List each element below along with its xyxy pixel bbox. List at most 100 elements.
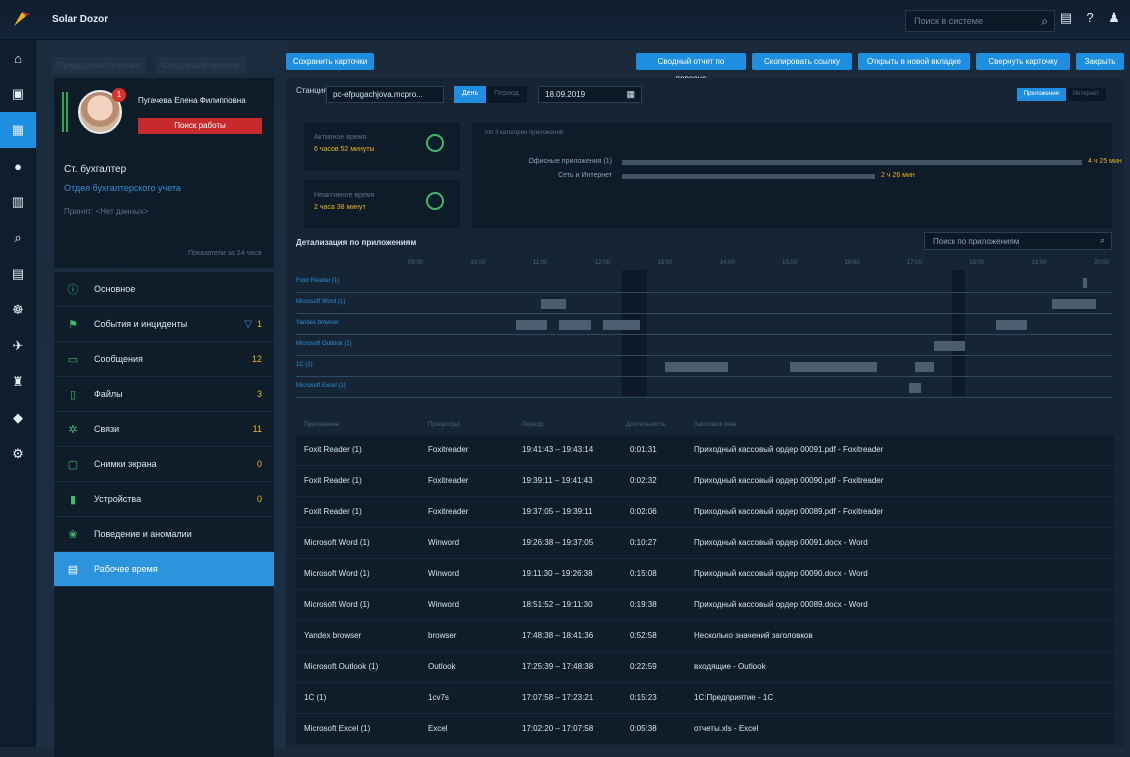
table-row[interactable]: Microsoft Word (1) Winword 19:11:30 – 19:2…	[296, 558, 1114, 589]
timeline-row-label[interactable]: Microsoft Word (1)	[296, 299, 345, 305]
menu-item-links[interactable]: ✲ Связи 11	[54, 412, 274, 447]
table-cell: 0:15:08	[630, 569, 657, 578]
job-search-tag[interactable]: Поиск работы	[138, 118, 262, 134]
menu-item-events[interactable]: ⚑ События и инциденты ▽ 1	[54, 307, 274, 342]
timeline-hour-label: 16:00	[844, 260, 860, 266]
table-cell: 0:01:31	[630, 445, 657, 454]
power-icon	[426, 192, 444, 210]
spy-icon[interactable]: ☸	[0, 292, 36, 328]
search-icon[interactable]: ⌕	[1041, 14, 1048, 29]
table-row[interactable]: Foxit Reader (1) Foxitreader 19:41:43 – 19…	[296, 434, 1114, 465]
table-cell: Приходный кассовый ордер 00089.docx - Wo…	[694, 600, 868, 609]
timeline-segment[interactable]	[603, 320, 641, 330]
menu-item-work-time[interactable]: ▤ Рабочее время	[54, 552, 274, 587]
timeline-segment[interactable]	[914, 362, 934, 372]
station-label: Станция	[296, 86, 328, 95]
search-rail-icon[interactable]: ⌕	[0, 220, 36, 256]
next-person-button[interactable]: Следующий персоне	[155, 57, 246, 74]
timeline-segment[interactable]	[908, 383, 922, 393]
logo-icon[interactable]	[10, 8, 32, 30]
timeline-row-label[interactable]: 1C (1)	[296, 362, 313, 368]
table-cell: 19:41:43 – 19:43:14	[522, 445, 594, 454]
table-row[interactable]: Microsoft Word (1) Winword 19:26:38 – 19:3…	[296, 527, 1114, 558]
clock-icon	[426, 134, 444, 152]
menu-item-behavior[interactable]: ❀ Поведение и аномалии	[54, 517, 274, 552]
app-search-input[interactable]: Поиск по приложениям ⌕	[924, 232, 1112, 250]
station-select[interactable]: pc-efpugachjova.mcpro...	[326, 86, 444, 103]
table-cell: 17:25:39 – 17:48:38	[522, 662, 594, 671]
table-row[interactable]: Yandex browser browser 17:48:38 – 18:41:36…	[296, 620, 1114, 651]
copy-link-button[interactable]: Скопировать ссылку	[752, 53, 852, 70]
table-cell: Microsoft Outlook (1)	[304, 662, 379, 671]
filter-icon[interactable]: ▽	[244, 319, 252, 330]
plane-icon[interactable]: ✈	[0, 328, 36, 364]
search-icon[interactable]: ⌕	[1100, 235, 1105, 246]
table-row[interactable]: Foxit Reader (1) Foxitreader 19:37:05 – 19…	[296, 496, 1114, 527]
table-row[interactable]: Microsoft Excel (1) Excel 17:02:20 – 17:07…	[296, 713, 1114, 744]
person-department[interactable]: Отдел бухгалтерского учета	[64, 183, 181, 193]
col-period-header[interactable]: Период	[522, 422, 543, 428]
timeline-segment[interactable]	[1052, 299, 1096, 309]
menu-item-files[interactable]: ▯ Файлы 3	[54, 377, 274, 412]
date-input[interactable]: 18.09.2019 ▦	[538, 86, 642, 103]
timeline-segment[interactable]	[933, 341, 965, 351]
open-new-tab-button[interactable]: Открыть в новой вкладке	[858, 53, 970, 70]
collapse-card-button[interactable]: Свернуть карточку	[976, 53, 1070, 70]
close-button[interactable]: Закрыть	[1076, 53, 1124, 70]
timeline-segment[interactable]	[1083, 278, 1088, 288]
timeline-segment[interactable]	[515, 320, 547, 330]
building-icon[interactable]: ▣	[0, 76, 36, 112]
table-cell: Foxit Reader (1)	[304, 445, 362, 454]
save-cards-button[interactable]: Сохранить карточки	[286, 53, 374, 70]
col-process-header[interactable]: Процесс(ы)	[428, 422, 460, 428]
mode-period-button[interactable]: Период	[486, 86, 527, 103]
timeline-segment[interactable]	[559, 320, 591, 330]
reports-icon[interactable]: ▤	[0, 256, 36, 292]
shield-icon[interactable]: ◆	[0, 400, 36, 436]
timeline-row: Microsoft Excel (1)	[296, 377, 1112, 398]
timeline-row-label[interactable]: Foxit Reader (1)	[296, 278, 339, 284]
timeline-row-label[interactable]: Microsoft Excel (1)	[296, 383, 346, 389]
previous-person-button[interactable]: Предыдущий персоне	[52, 57, 146, 74]
table-cell: 0:10:27	[630, 538, 657, 547]
menu-item-main[interactable]: ⓘ Основное	[54, 272, 274, 307]
view-internet-button[interactable]: Интернет	[1065, 88, 1106, 101]
table-row[interactable]: Microsoft Word (1) Winword 18:51:52 – 19:1…	[296, 589, 1114, 620]
person-menu: ⓘ Основное ⚑ События и инциденты ▽ 1 ▭ С…	[54, 260, 274, 757]
timeline-segment[interactable]	[540, 299, 566, 309]
col-app-header[interactable]: Приложение	[304, 422, 339, 428]
category-label: Офисные приложения (1)	[528, 158, 612, 165]
home-icon[interactable]: ⌂	[0, 40, 36, 76]
table-cell: 17:48:38 – 18:41:36	[522, 631, 594, 640]
user-menu-icon[interactable]: ♟	[1106, 10, 1122, 26]
table-row[interactable]: Foxit Reader (1) Foxitreader 19:39:11 – 19…	[296, 465, 1114, 496]
col-title-header[interactable]: Заголовок окна	[694, 422, 737, 428]
summary-report-button[interactable]: Сводный отчет по персоне	[636, 53, 746, 83]
timeline-segment[interactable]	[995, 320, 1028, 330]
mode-day-button[interactable]: День	[454, 86, 487, 103]
persons-icon[interactable]: ▦	[0, 112, 36, 148]
menu-item-screenshots[interactable]: ▢ Снимки экрана 0	[54, 447, 274, 482]
timeline-row-label[interactable]: Yandex browser	[296, 320, 339, 326]
calendar-icon[interactable]: ▦	[626, 89, 635, 100]
global-search-input[interactable]: Поиск в системе ⌕	[905, 10, 1055, 32]
table-row[interactable]: Microsoft Outlook (1) Outlook 17:25:39 – 1…	[296, 651, 1114, 682]
view-apps-button[interactable]: Приложения	[1016, 88, 1066, 101]
table-cell: Несколько значений заголовков	[694, 631, 813, 640]
active-time-tile: Активное время 6 часов 52 минуты	[304, 122, 460, 170]
settings-icon[interactable]: ⚙	[0, 436, 36, 472]
menu-item-label: Сообщения	[94, 354, 143, 364]
menu-item-messages[interactable]: ▭ Сообщения 12	[54, 342, 274, 377]
table-cell: Приходный кассовый ордер 00091.docx - Wo…	[694, 538, 868, 547]
help-icon[interactable]: ?	[1082, 10, 1098, 26]
menu-item-devices[interactable]: ▮ Устройства 0	[54, 482, 274, 517]
col-duration-header[interactable]: Длительность	[626, 422, 665, 428]
timeline-segment[interactable]	[665, 362, 728, 372]
table-row[interactable]: 1C (1) 1cv7s 17:07:58 – 17:23:21 0:15:23 1С:…	[296, 682, 1114, 713]
people-icon[interactable]: ♜	[0, 364, 36, 400]
alert-icon[interactable]: ●	[0, 148, 36, 184]
timeline-row-label[interactable]: Microsoft Outlook (1)	[296, 341, 352, 347]
document-icon[interactable]: ▤	[1058, 10, 1074, 26]
calendar-icon[interactable]: ▥	[0, 184, 36, 220]
timeline-segment[interactable]	[790, 362, 878, 372]
